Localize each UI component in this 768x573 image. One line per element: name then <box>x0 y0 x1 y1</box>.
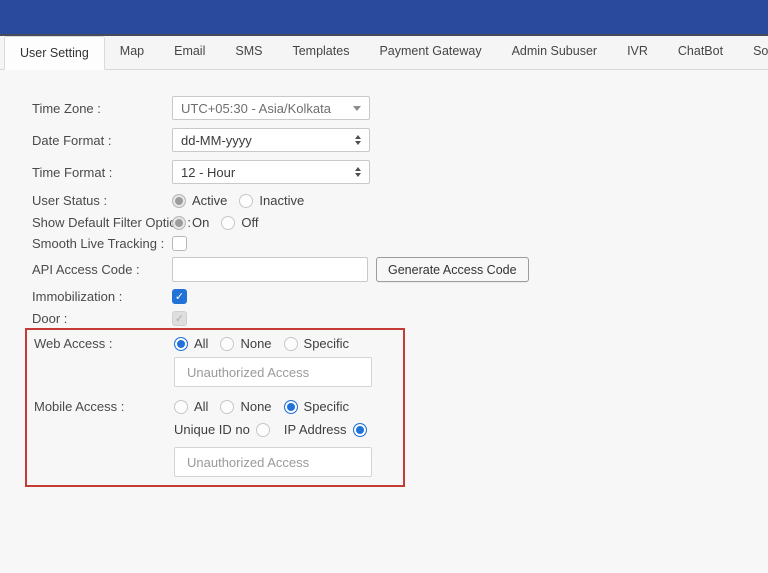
tab-email[interactable]: Email <box>159 35 220 69</box>
user-status-inactive-label: Inactive <box>259 193 304 208</box>
top-navbar <box>0 0 768 36</box>
time-format-row: Time Format : 12 - Hour <box>32 160 768 184</box>
user-status-label: User Status : <box>32 193 172 208</box>
tab-templates[interactable]: Templates <box>277 35 364 69</box>
user-status-active-radio[interactable] <box>172 194 186 208</box>
immobilization-checkbox[interactable]: ✓ <box>172 289 187 304</box>
date-format-label: Date Format : <box>32 133 172 148</box>
date-format-select[interactable]: dd-MM-yyyy <box>172 128 370 152</box>
select-updown-icon <box>355 167 361 177</box>
generate-access-code-button[interactable]: Generate Access Code <box>376 257 529 282</box>
web-access-specific-label: Specific <box>304 336 350 351</box>
smooth-live-tracking-checkbox[interactable] <box>172 236 187 251</box>
web-access-label: Web Access : <box>34 336 174 351</box>
chevron-down-icon <box>353 106 361 111</box>
api-access-code-label: API Access Code : <box>32 262 172 277</box>
mobile-access-row: Mobile Access : All None Specific <box>34 399 403 414</box>
select-updown-icon <box>355 135 361 145</box>
immobilization-label: Immobilization : <box>32 289 172 304</box>
web-access-unauthorized-input[interactable] <box>174 357 372 387</box>
user-setting-form: Time Zone : UTC+05:30 - Asia/Kolkata Dat… <box>0 70 768 487</box>
date-format-value: dd-MM-yyyy <box>181 133 252 148</box>
api-access-code-input[interactable] <box>172 257 368 282</box>
time-zone-select[interactable]: UTC+05:30 - Asia/Kolkata <box>172 96 370 120</box>
mobile-access-sub-options-row: Unique ID no IP Address <box>174 422 403 437</box>
mobile-access-none-radio[interactable] <box>220 400 234 414</box>
time-zone-value: UTC+05:30 - Asia/Kolkata <box>181 101 331 116</box>
mobile-access-unauthorized-input[interactable] <box>174 447 372 477</box>
mobile-access-all-label: All <box>194 399 208 414</box>
time-format-value: 12 - Hour <box>181 165 235 180</box>
access-settings-highlight-box: Web Access : All None Specific Mobile Ac… <box>25 328 405 487</box>
immobilization-row: Immobilization : ✓ <box>32 289 768 304</box>
web-access-none-label: None <box>240 336 271 351</box>
default-filter-off-radio[interactable] <box>221 216 235 230</box>
tab-payment-gateway[interactable]: Payment Gateway <box>364 35 496 69</box>
web-access-all-radio[interactable] <box>174 337 188 351</box>
ip-address-radio[interactable] <box>353 423 367 437</box>
default-filter-row: Show Default Filter Option : On Off <box>32 215 768 230</box>
door-label: Door : <box>32 311 172 326</box>
time-zone-row: Time Zone : UTC+05:30 - Asia/Kolkata <box>32 96 768 120</box>
tab-bar: User Setting Map Email SMS Templates Pay… <box>0 36 768 70</box>
tab-social-media-api[interactable]: Social Media API <box>738 35 768 69</box>
unique-id-label: Unique ID no <box>174 422 250 437</box>
time-zone-label: Time Zone : <box>32 101 172 116</box>
default-filter-on-label: On <box>192 215 209 230</box>
web-access-none-radio[interactable] <box>220 337 234 351</box>
tab-ivr[interactable]: IVR <box>612 35 663 69</box>
mobile-access-label: Mobile Access : <box>34 399 174 414</box>
time-format-select[interactable]: 12 - Hour <box>172 160 370 184</box>
door-row: Door : ✓ <box>32 311 768 326</box>
unique-id-radio[interactable] <box>256 423 270 437</box>
time-format-label: Time Format : <box>32 165 172 180</box>
tab-sms[interactable]: SMS <box>220 35 277 69</box>
tab-user-setting[interactable]: User Setting <box>4 36 105 70</box>
default-filter-label: Show Default Filter Option : <box>32 215 172 230</box>
web-access-input-wrap <box>174 357 403 387</box>
mobile-access-specific-radio[interactable] <box>284 400 298 414</box>
smooth-live-tracking-label: Smooth Live Tracking : <box>32 236 172 251</box>
mobile-access-specific-label: Specific <box>304 399 350 414</box>
web-access-all-label: All <box>194 336 208 351</box>
date-format-row: Date Format : dd-MM-yyyy <box>32 128 768 152</box>
mobile-access-input-wrap <box>174 447 403 477</box>
user-status-active-label: Active <box>192 193 227 208</box>
tab-admin-subuser[interactable]: Admin Subuser <box>497 35 612 69</box>
user-status-row: User Status : Active Inactive <box>32 193 768 208</box>
ip-address-label: IP Address <box>284 422 347 437</box>
api-access-code-row: API Access Code : Generate Access Code <box>32 257 768 282</box>
door-checkbox: ✓ <box>172 311 187 326</box>
default-filter-on-radio[interactable] <box>172 216 186 230</box>
default-filter-off-label: Off <box>241 215 258 230</box>
smooth-live-tracking-row: Smooth Live Tracking : <box>32 236 768 251</box>
mobile-access-all-radio[interactable] <box>174 400 188 414</box>
tab-map[interactable]: Map <box>105 35 159 69</box>
web-access-row: Web Access : All None Specific <box>34 336 403 351</box>
tab-chatbot[interactable]: ChatBot <box>663 35 738 69</box>
mobile-access-none-label: None <box>240 399 271 414</box>
web-access-specific-radio[interactable] <box>284 337 298 351</box>
user-status-inactive-radio[interactable] <box>239 194 253 208</box>
